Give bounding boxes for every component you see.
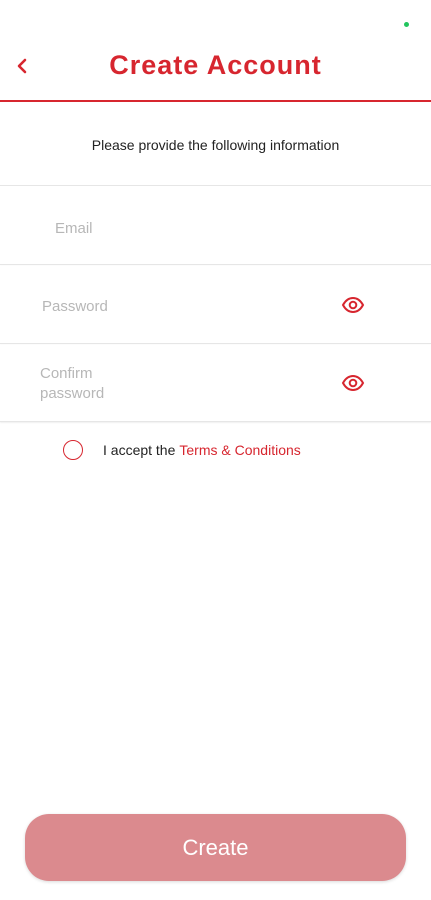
page-title: Create Account: [109, 50, 322, 80]
email-input[interactable]: [53, 216, 377, 240]
eye-icon[interactable]: [341, 293, 365, 317]
confirm-password-field-row: Confirm password: [0, 343, 431, 422]
terms-row: I accept the Terms & Conditions: [63, 438, 301, 462]
confirm-password-placeholder-line1: Confirm: [40, 365, 93, 382]
terms-link[interactable]: Terms & Conditions: [179, 442, 300, 458]
form-instructions: Please provide the following information: [91, 137, 340, 153]
password-input[interactable]: [40, 294, 324, 318]
status-indicator-dot: [404, 22, 409, 27]
password-field-row: [0, 264, 431, 343]
email-field-row: [0, 185, 431, 264]
confirm-password-placeholder-line2: password: [40, 385, 105, 402]
terms-prefix: I accept the: [103, 442, 176, 458]
eye-icon[interactable]: [341, 371, 365, 395]
accept-terms-radio[interactable]: [63, 440, 83, 460]
header: Create Account: [0, 38, 431, 102]
confirm-password-input[interactable]: Confirm password: [40, 364, 160, 404]
create-button[interactable]: Create: [25, 814, 406, 881]
create-account-screen: Create Account Please provide the follow…: [0, 0, 431, 900]
terms-text: I accept the Terms & Conditions: [103, 442, 301, 458]
